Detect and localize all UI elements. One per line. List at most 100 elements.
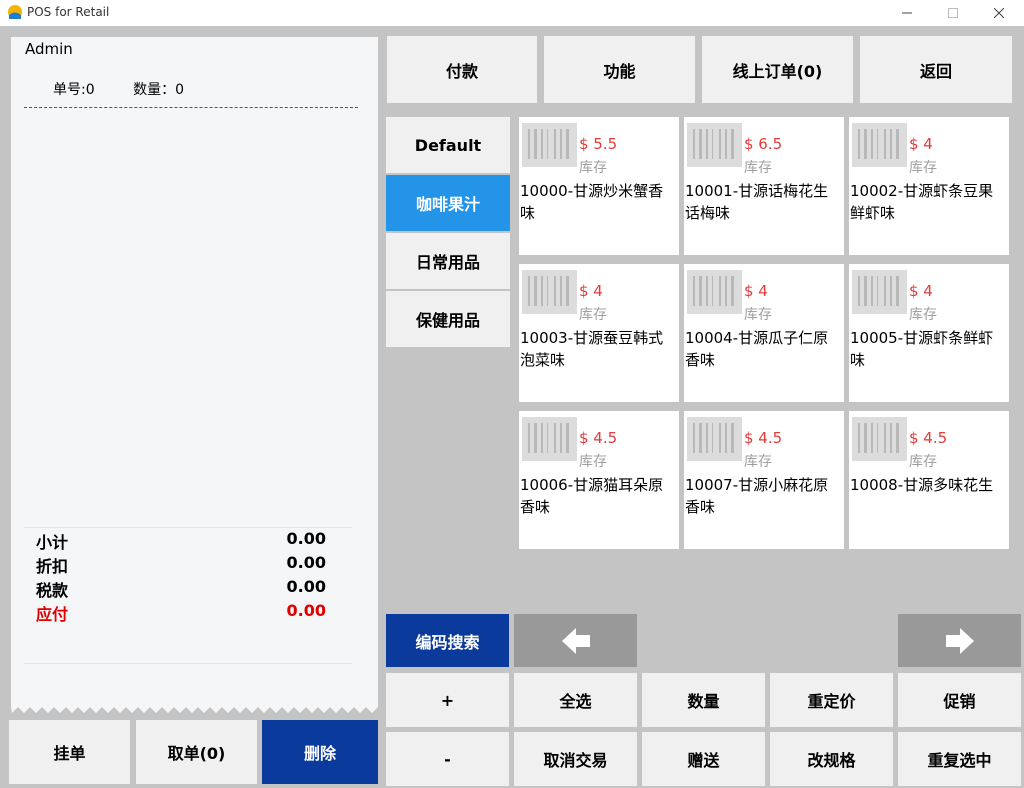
product-name: 10004-甘源瓜子仁原香味	[685, 329, 829, 369]
barcode-icon	[852, 270, 907, 314]
product-stock: 库存	[744, 307, 772, 323]
product-card[interactable]: $ 6.5 库存 10001-甘源话梅花生话梅味	[684, 117, 844, 255]
amount-due-value: 0.00	[286, 601, 326, 620]
code-search-button[interactable]: 编码搜索	[386, 614, 509, 667]
tax-row: 税款 0.00	[36, 577, 326, 601]
product-card[interactable]: $ 4.5 库存 10006-甘源猫耳朵原香味	[519, 411, 679, 549]
maximize-button[interactable]	[930, 0, 976, 26]
reselect-button[interactable]: 重复选中	[898, 732, 1021, 786]
promotion-button[interactable]: 促销	[898, 673, 1021, 727]
receipt-panel: Admin 单号:0 数量：0 小计 0.00 折扣 0.00 税款 0.00 …	[11, 37, 378, 705]
product-card[interactable]: $ 4.5 库存 10008-甘源多味花生	[849, 411, 1009, 549]
product-price: $ 4.5	[909, 429, 948, 447]
close-icon	[994, 8, 1004, 18]
window-title: POS for Retail	[27, 5, 110, 19]
product-card[interactable]: $ 4 库存 10005-甘源虾条鲜虾味	[849, 264, 1009, 402]
order-info: 单号:0 数量：0	[53, 79, 184, 99]
barcode-icon	[687, 270, 742, 314]
back-button[interactable]: 返回	[860, 36, 1012, 103]
product-card[interactable]: $ 4.5 库存 10007-甘源小麻花原香味	[684, 411, 844, 549]
product-stock: 库存	[909, 454, 937, 470]
hold-order-button[interactable]: 挂单	[9, 720, 130, 784]
category-daily-goods[interactable]: 日常用品	[386, 233, 510, 289]
product-price: $ 6.5	[744, 135, 783, 153]
reprice-button[interactable]: 重定价	[770, 673, 893, 727]
discount-row: 折扣 0.00	[36, 553, 326, 577]
user-name: Admin	[25, 40, 73, 58]
product-stock: 库存	[909, 160, 937, 176]
product-name: 10001-甘源话梅花生话梅味	[685, 182, 829, 222]
subtotal-row: 小计 0.00	[36, 529, 326, 553]
arrow-left-icon	[561, 627, 590, 654]
order-quantity: 数量：0	[133, 82, 184, 98]
amount-due-label: 应付	[36, 605, 69, 624]
category-health[interactable]: 保健用品	[386, 291, 510, 347]
amount-due-row: 应付 0.00	[36, 601, 326, 625]
product-name: 10007-甘源小麻花原香味	[685, 476, 829, 516]
discount-value: 0.00	[286, 553, 326, 572]
product-card[interactable]: $ 5.5 库存 10000-甘源炒米蟹香味	[519, 117, 679, 255]
product-name: 10008-甘源多味花生	[850, 476, 994, 494]
select-all-button[interactable]: 全选	[514, 673, 637, 727]
subtotal-value: 0.00	[286, 529, 326, 548]
arrow-right-icon	[945, 627, 974, 654]
product-name: 10002-甘源虾条豆果鲜虾味	[850, 182, 994, 222]
barcode-icon	[852, 417, 907, 461]
category-default[interactable]: Default	[386, 117, 510, 173]
receipt-divider	[24, 107, 358, 108]
product-price: $ 4.5	[579, 429, 618, 447]
minimize-button[interactable]	[884, 0, 930, 26]
order-number: 单号:0	[53, 82, 95, 98]
pay-button[interactable]: 付款	[387, 36, 537, 103]
barcode-icon	[687, 123, 742, 167]
barcode-icon	[687, 417, 742, 461]
category-coffee-juice[interactable]: 咖啡果汁	[386, 175, 510, 231]
product-price: $ 4.5	[744, 429, 783, 447]
barcode-icon	[522, 123, 577, 167]
minimize-icon	[902, 12, 912, 14]
retrieve-order-button[interactable]: 取单(0)	[136, 720, 257, 784]
product-price: $ 4	[579, 282, 603, 300]
increase-button[interactable]: +	[386, 673, 509, 727]
product-stock: 库存	[744, 160, 772, 176]
next-page-button[interactable]	[898, 614, 1021, 667]
delete-button[interactable]: 删除	[262, 720, 378, 784]
product-name: 10003-甘源蚕豆韩式泡菜味	[520, 329, 664, 369]
title-bar: POS for Retail	[0, 0, 1024, 26]
product-price: $ 4	[909, 282, 933, 300]
product-price: $ 4	[909, 135, 933, 153]
function-button[interactable]: 功能	[544, 36, 695, 103]
summary-bottom-divider	[24, 663, 352, 664]
product-name: 10006-甘源猫耳朵原香味	[520, 476, 664, 516]
summary-top-divider	[24, 527, 352, 528]
tax-label: 税款	[36, 581, 69, 600]
discount-label: 折扣	[36, 557, 69, 576]
order-items-list[interactable]	[24, 113, 358, 523]
tax-value: 0.00	[286, 577, 326, 596]
previous-page-button[interactable]	[514, 614, 637, 667]
product-stock: 库存	[744, 454, 772, 470]
cancel-transaction-button[interactable]: 取消交易	[514, 732, 637, 786]
product-card[interactable]: $ 4 库存 10003-甘源蚕豆韩式泡菜味	[519, 264, 679, 402]
product-stock: 库存	[579, 454, 607, 470]
gift-button[interactable]: 赠送	[642, 732, 765, 786]
product-card[interactable]: $ 4 库存 10002-甘源虾条豆果鲜虾味	[849, 117, 1009, 255]
change-spec-button[interactable]: 改规格	[770, 732, 893, 786]
product-stock: 库存	[579, 307, 607, 323]
barcode-icon	[522, 270, 577, 314]
product-price: $ 4	[744, 282, 768, 300]
online-orders-button[interactable]: 线上订单(0)	[702, 36, 853, 103]
subtotal-label: 小计	[36, 533, 69, 552]
product-price: $ 5.5	[579, 135, 618, 153]
product-stock: 库存	[579, 160, 607, 176]
product-name: 10005-甘源虾条鲜虾味	[850, 329, 994, 369]
quantity-button[interactable]: 数量	[642, 673, 765, 727]
maximize-icon	[948, 8, 958, 18]
receipt-torn-edge	[11, 700, 378, 713]
product-name: 10000-甘源炒米蟹香味	[520, 182, 664, 222]
close-button[interactable]	[976, 0, 1022, 26]
product-card[interactable]: $ 4 库存 10004-甘源瓜子仁原香味	[684, 264, 844, 402]
decrease-button[interactable]: -	[386, 732, 509, 786]
product-stock: 库存	[909, 307, 937, 323]
barcode-icon	[852, 123, 907, 167]
